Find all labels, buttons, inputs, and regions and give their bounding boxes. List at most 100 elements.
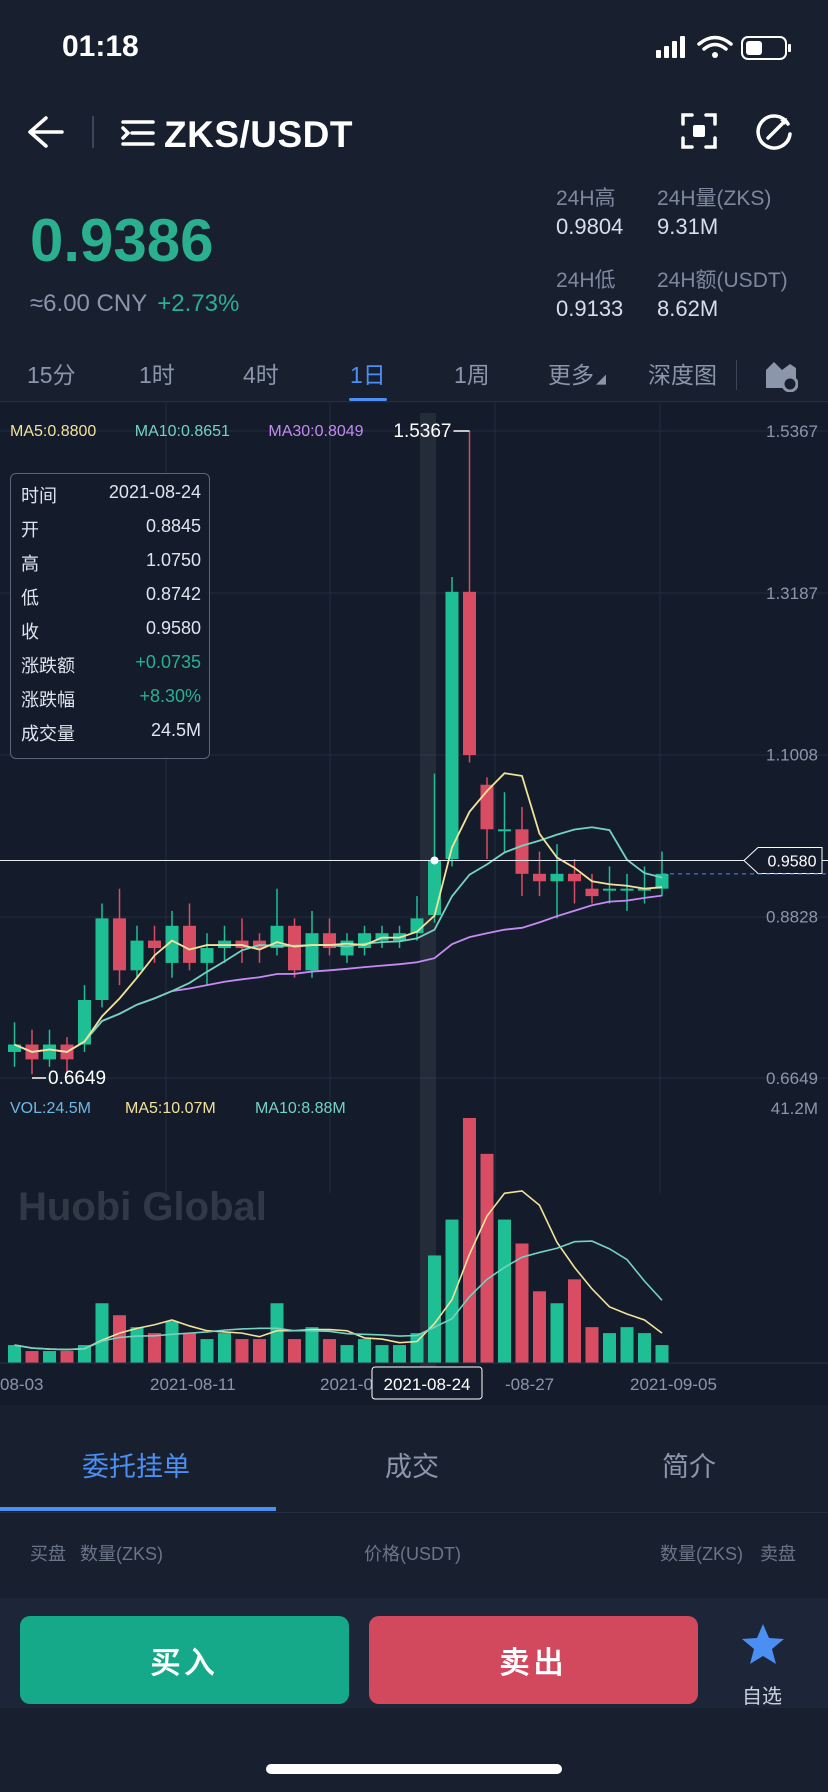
pair-title[interactable]: ZKS/USDT	[164, 114, 353, 156]
tooltip-label: 时间	[21, 486, 57, 506]
volume-bar	[393, 1345, 406, 1363]
candle	[568, 873, 581, 882]
tooltip-row: 收 0.9580	[21, 618, 201, 648]
min-price-label: 0.6649	[48, 1068, 106, 1089]
volume-bar	[568, 1279, 581, 1363]
candle	[445, 591, 459, 859]
star-icon[interactable]	[740, 1622, 786, 1666]
volume-ma10-legend: MA10:8.88M	[255, 1100, 346, 1117]
low-value: 0.9133	[556, 296, 624, 321]
volume-bar	[253, 1339, 266, 1363]
tooltip-row: 涨跌幅 +8.30%	[21, 686, 201, 716]
volume-bar	[165, 1321, 179, 1363]
candle	[603, 888, 616, 891]
volume-bar	[533, 1291, 546, 1363]
volume-bar	[445, 1219, 459, 1363]
pair-menu-icon[interactable]	[120, 118, 156, 148]
last-price: 0.9386	[30, 207, 214, 274]
volume-bar	[25, 1351, 39, 1363]
volume-bar	[218, 1333, 231, 1363]
favorite-label[interactable]: 自选	[742, 1680, 782, 1709]
x-tick-label: 2021-09-05	[630, 1375, 717, 1394]
candle	[288, 925, 301, 971]
x-tick-label: 08-03	[0, 1375, 43, 1394]
volume-label: 24H量(ZKS)	[657, 187, 772, 210]
tooltip-label: 开	[21, 520, 39, 540]
sell-qty-label: 数量(ZKS)	[660, 1544, 743, 1564]
tab-4h[interactable]: 4时	[243, 356, 279, 390]
ma5-legend: MA5:0.8800	[10, 423, 97, 440]
tab-open-orders[interactable]: 委托挂单	[82, 1445, 190, 1484]
volume-bar	[428, 1255, 441, 1363]
volume-bar	[95, 1303, 109, 1363]
status-bar: 01:18	[0, 0, 828, 100]
tooltip-label: 涨跌额	[21, 656, 75, 676]
candle	[130, 940, 144, 971]
y-axis-label: 0.6649	[766, 1069, 818, 1088]
ma30-line	[14, 894, 663, 1053]
tab-15m[interactable]: 15分	[27, 356, 76, 390]
tooltip-label: 收	[21, 622, 39, 642]
volume-bar	[340, 1345, 354, 1363]
tooltip-value: 0.8845	[145, 516, 201, 536]
kline-chart[interactable]: Huobi Global VOL:24.5M MA5:10.07M MA10:8.8…	[0, 403, 828, 1405]
bottom-tab-indicator	[0, 1507, 276, 1511]
volume-bar	[620, 1327, 634, 1363]
buy-button[interactable]: 买入	[20, 1616, 349, 1704]
ma5-line	[14, 772, 663, 1053]
candle	[463, 591, 476, 756]
low-label: 24H低	[556, 269, 616, 292]
tooltip-row: 低 0.8742	[21, 584, 201, 614]
y-axis-label: 0.8828	[766, 907, 818, 926]
pair-header: ZKS/USDT	[0, 100, 828, 170]
tooltip-value: 24.5M	[150, 720, 201, 740]
tab-1h[interactable]: 1时	[139, 356, 175, 390]
watermark: Huobi Global	[18, 1185, 267, 1229]
tooltip-value: +0.0735	[135, 652, 201, 672]
y-axis-label: 1.5367	[766, 422, 818, 441]
status-icons	[656, 35, 791, 60]
tooltip-label: 涨跌幅	[21, 690, 75, 710]
home-indicator	[266, 1764, 562, 1774]
tooltip-label: 高	[21, 554, 39, 574]
buy-side-label: 买盘	[30, 1544, 66, 1564]
candle	[305, 933, 319, 971]
tab-1d[interactable]: 1日	[350, 356, 386, 390]
status-time: 01:18	[62, 30, 139, 63]
amount-value: 8.62M	[657, 296, 719, 321]
volume-bar	[183, 1333, 196, 1363]
amount-label: 24H额(USDT)	[657, 269, 788, 292]
fullscreen-icon[interactable]	[680, 112, 718, 150]
volume-bar	[515, 1243, 529, 1363]
volume-bar	[585, 1327, 599, 1363]
tab-depth[interactable]: 深度图	[648, 356, 717, 390]
ohlc-tooltip: 时间 2021-08-24 开 0.8845 高 1.0750 低 0.8742 收 0.…	[10, 473, 210, 759]
volume-bar	[463, 1118, 476, 1363]
tab-1w[interactable]: 1周	[454, 356, 490, 390]
trade-action-bar: 买入 卖出 自选	[0, 1598, 828, 1708]
tab-trades[interactable]: 成交	[385, 1445, 439, 1484]
candle	[498, 829, 511, 832]
volume-bar	[550, 1303, 564, 1363]
refresh-icon[interactable]	[754, 112, 794, 152]
volume-bar	[78, 1345, 91, 1363]
y-axis-label: 1.1008	[766, 746, 818, 765]
chart-settings-icon[interactable]	[764, 358, 798, 392]
tooltip-value: 0.9580	[145, 618, 201, 638]
volume-bar	[235, 1339, 249, 1363]
tooltip-value: +8.30%	[139, 686, 201, 706]
volume-ma5-legend: MA5:10.07M	[125, 1100, 216, 1117]
back-arrow-icon[interactable]	[26, 114, 66, 150]
tab-info[interactable]: 简介	[662, 1445, 716, 1484]
candle	[183, 925, 196, 963]
volume-bar	[200, 1339, 214, 1363]
wifi-icon	[697, 35, 733, 51]
tooltip-row: 开 0.8845	[21, 516, 201, 546]
buy-qty-label: 数量(ZKS)	[80, 1544, 163, 1564]
tab-more[interactable]: 更多 ◢	[548, 356, 606, 390]
sell-button[interactable]: 卖出	[369, 1616, 698, 1704]
tab-more-label: 更多	[548, 362, 594, 388]
tooltip-label: 低	[21, 588, 39, 608]
volume-bar	[480, 1153, 494, 1363]
x-tick-label: 2021-08-24	[384, 1375, 471, 1394]
